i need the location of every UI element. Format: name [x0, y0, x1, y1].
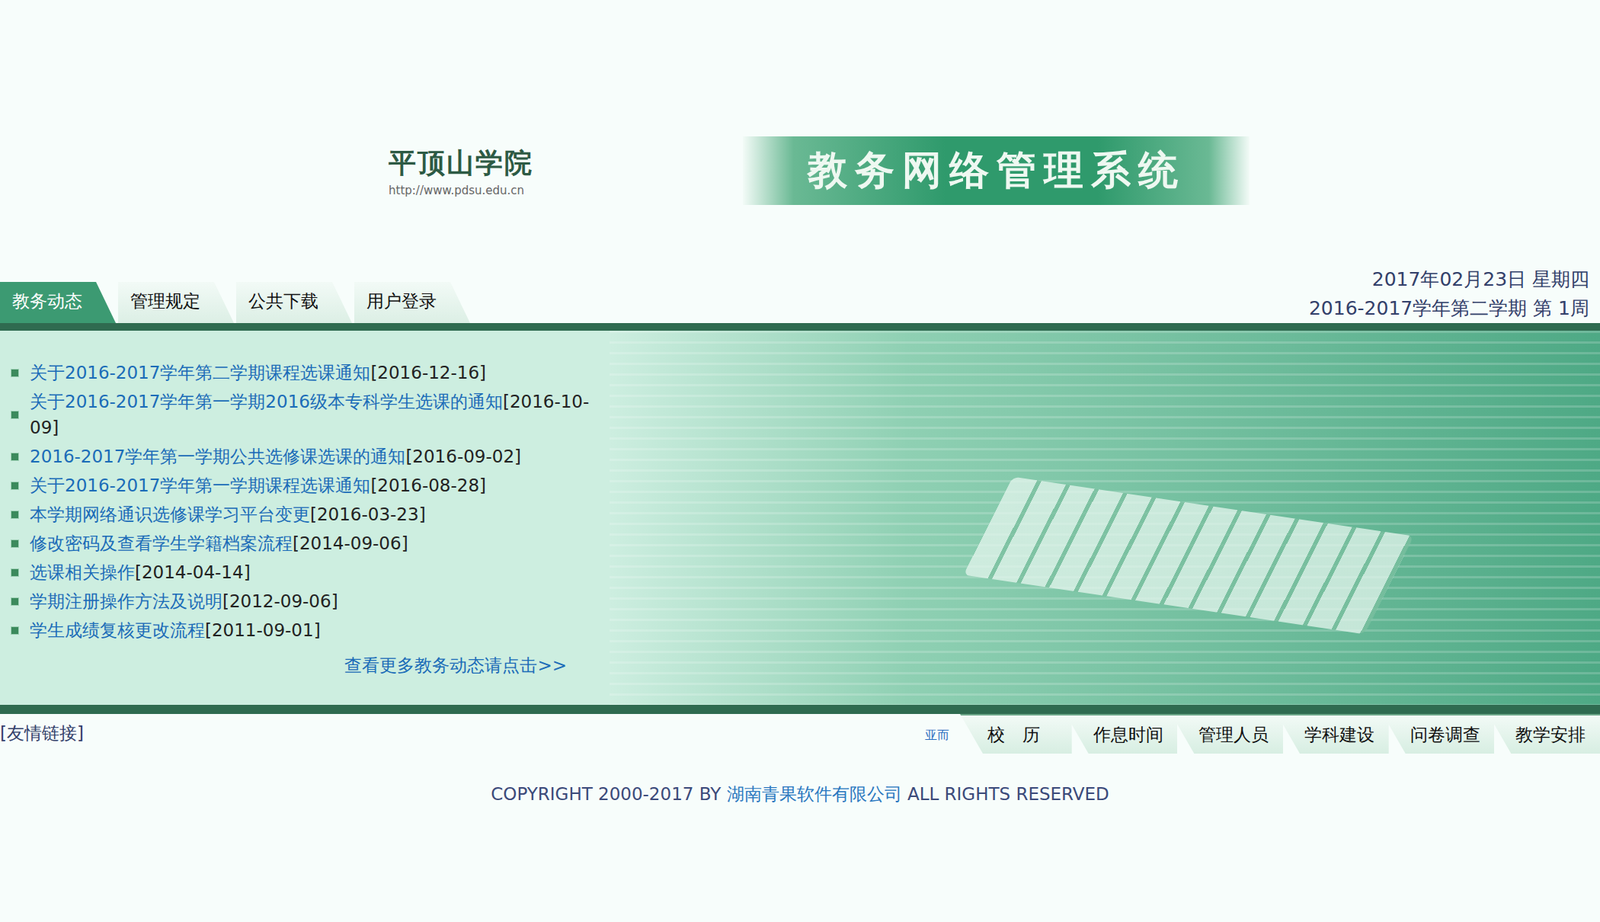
- page: 平顶山学院http://www.pdsu.edu.cn教务网络管理系统教务动态管…: [0, 0, 1600, 922]
- header: 平顶山学院http://www.pdsu.edu.cn 教务网络管理系统: [0, 0, 1600, 208]
- news-item: 关于2016-2017学年第二学期课程选课通知[2016-12-16]: [10, 358, 598, 388]
- news-date: [2014-04-14]: [134, 562, 251, 583]
- bottom-tab[interactable]: 校 历: [960, 713, 1072, 754]
- bullet-icon: [10, 410, 20, 420]
- tabs: 教务动态管理规定公共下载用户登录: [0, 281, 471, 324]
- school-logo[interactable]: 平顶山学院http://www.pdsu.edu.cn: [388, 144, 618, 198]
- divider: [0, 323, 1600, 331]
- news-item: 学期注册操作方法及说明[2012-09-06]: [10, 586, 598, 616]
- bullet-icon: [10, 452, 20, 461]
- banner-photo: [609, 330, 1600, 705]
- news-date: [2014-09-06]: [292, 533, 409, 554]
- current-term: 2016-2017学年第二学期 第 1周: [1308, 294, 1590, 324]
- tab[interactable]: 公共下载: [236, 281, 352, 324]
- news-date: [2016-09-02]: [405, 446, 522, 467]
- system-title: 教务网络管理系统: [807, 144, 1186, 198]
- bottom-tabs: 校 历作息时间管理人员学科建设问卷调查教学安排: [960, 713, 1600, 754]
- marquee: 亚而: [924, 713, 960, 754]
- news-link[interactable]: 2016-2017学年第一学期公共选修课选课的通知: [29, 446, 406, 467]
- system-banner: 教务网络管理系统: [742, 136, 1250, 205]
- current-date: 2017年02月23日 星期四: [1308, 265, 1590, 295]
- news-item: 学生成绩复核更改流程[2011-09-01]: [10, 615, 598, 645]
- school-name: 平顶山学院: [388, 144, 618, 183]
- bullet-icon: [10, 481, 20, 490]
- bottom-tab[interactable]: 管理人员: [1171, 713, 1284, 754]
- bullet-icon: [10, 626, 20, 635]
- news-link[interactable]: 关于2016-2017学年第二学期课程选课通知: [29, 362, 371, 383]
- bullet-icon: [10, 368, 20, 378]
- date-info: 2017年02月23日 星期四2016-2017学年第二学期 第 1周: [1308, 265, 1600, 324]
- footer-bar: [友情链接] 亚而校 历作息时间管理人员学科建设问卷调查教学安排: [0, 713, 1600, 754]
- news-link[interactable]: 关于2016-2017学年第一学期课程选课通知: [29, 475, 371, 496]
- news-item: 关于2016-2017学年第一学期2016级本专科学生选课的通知[2016-10…: [10, 387, 598, 442]
- news-column: 关于2016-2017学年第二学期课程选课通知[2016-12-16]关于201…: [0, 330, 610, 705]
- news-item: 修改密码及查看学生学籍档案流程[2014-09-06]: [10, 528, 598, 558]
- bottom-tab[interactable]: 作息时间: [1065, 713, 1178, 754]
- news-item: 关于2016-2017学年第一学期课程选课通知[2016-08-28]: [10, 470, 598, 500]
- news-item: 选课相关操作[2014-04-14]: [10, 557, 598, 587]
- bottom-tab[interactable]: 问卷调查: [1382, 713, 1495, 754]
- copyright: COPYRIGHT 2000-2017 BY 湖南青果软件有限公司 ALL RI…: [0, 753, 1600, 807]
- bottom-tab[interactable]: 学科建设: [1276, 713, 1389, 754]
- bullet-icon: [10, 568, 20, 577]
- news-link[interactable]: 学期注册操作方法及说明: [29, 591, 223, 612]
- company-link[interactable]: 湖南青果软件有限公司: [726, 784, 903, 804]
- news-link[interactable]: 学生成绩复核更改流程: [29, 620, 205, 640]
- school-url: http://www.pdsu.edu.cn: [388, 183, 618, 198]
- news-panel: 关于2016-2017学年第二学期课程选课通知[2016-12-16]关于201…: [0, 330, 1600, 705]
- tab[interactable]: 用户登录: [354, 281, 471, 324]
- bullet-icon: [10, 597, 20, 606]
- news-item: 2016-2017学年第一学期公共选修课选课的通知[2016-09-02]: [10, 441, 598, 471]
- more-link[interactable]: 查看更多教务动态请点击>>: [0, 644, 610, 690]
- divider: [0, 704, 1600, 714]
- friend-links[interactable]: [友情链接]: [0, 713, 84, 754]
- news-link[interactable]: 修改密码及查看学生学籍档案流程: [29, 533, 293, 554]
- tab-bar: 教务动态管理规定公共下载用户登录 2017年02月23日 星期四2016-2017…: [0, 265, 1600, 324]
- bullet-icon: [10, 539, 20, 548]
- news-item: 本学期网络通识选修课学习平台变更[2016-03-23]: [10, 499, 598, 529]
- news-date: [2016-03-23]: [310, 504, 426, 525]
- news-date: [2016-12-16]: [370, 362, 487, 383]
- news-date: [2012-09-06]: [222, 591, 339, 612]
- news-link[interactable]: 本学期网络通识选修课学习平台变更: [29, 504, 311, 525]
- bottom-tab[interactable]: 教学安排: [1488, 713, 1600, 754]
- news-list: 关于2016-2017学年第二学期课程选课通知[2016-12-16]关于201…: [0, 358, 605, 645]
- keyboard-picture: [963, 476, 1414, 635]
- news-link[interactable]: 关于2016-2017学年第一学期2016级本专科学生选课的通知: [29, 391, 503, 412]
- tab[interactable]: 管理规定: [118, 281, 234, 324]
- tab[interactable]: 教务动态: [0, 281, 116, 324]
- news-date: [2011-09-01]: [204, 620, 321, 640]
- bullet-icon: [10, 510, 20, 519]
- news-link[interactable]: 选课相关操作: [29, 562, 135, 583]
- news-date: [2016-08-28]: [370, 475, 487, 496]
